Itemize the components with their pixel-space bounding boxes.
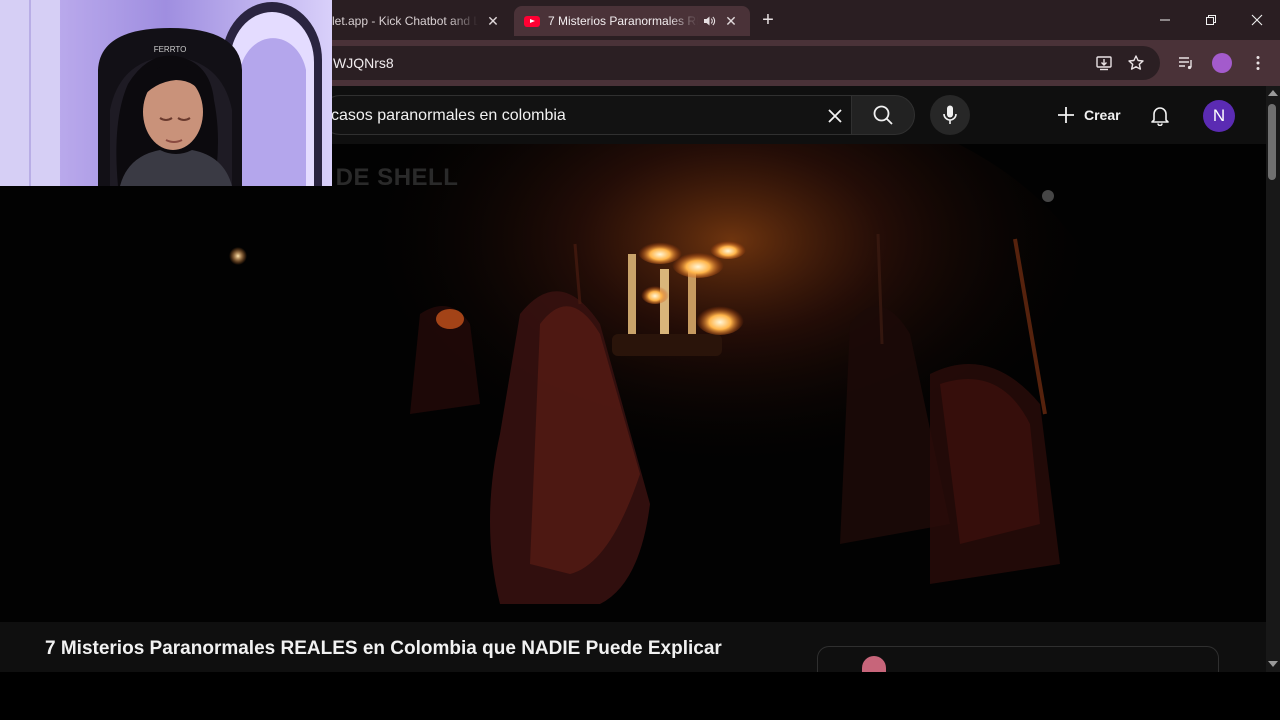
search-button[interactable]	[851, 95, 915, 135]
audio-icon[interactable]	[702, 14, 716, 28]
scroll-thumb[interactable]	[1268, 104, 1276, 180]
avatar[interactable]: N	[1203, 100, 1235, 132]
minimize-icon[interactable]	[1142, 4, 1188, 36]
create-label: Crear	[1084, 107, 1121, 123]
voice-search-button[interactable]	[930, 95, 970, 135]
video-overlay-text: S DE SHELL	[312, 164, 459, 191]
bottom-black-area	[0, 672, 1280, 720]
clear-search-icon[interactable]	[821, 102, 849, 130]
bell-icon	[1151, 107, 1169, 126]
close-icon[interactable]: ✕	[484, 12, 502, 30]
webcam-overlay: FERRTO	[0, 0, 332, 186]
media-queue-icon[interactable]	[1175, 52, 1197, 74]
create-button[interactable]: Crear	[1046, 97, 1131, 133]
tab-title: 7 Misterios Paranormales REALES en Colom…	[548, 14, 698, 28]
close-icon[interactable]: ✕	[722, 12, 740, 30]
search-query[interactable]: casos paranormales en colombia	[331, 107, 566, 125]
plus-icon	[1058, 107, 1074, 123]
scroll-down-icon[interactable]	[1268, 661, 1278, 667]
video-player[interactable]: S DE SHELL	[0, 144, 1266, 622]
tab-title: let.app - Kick Chatbot and L	[332, 14, 478, 28]
streamer-webcam-image: FERRTO	[0, 0, 332, 186]
address-text[interactable]: WJQNrs8	[333, 55, 394, 71]
install-icon[interactable]	[1093, 52, 1115, 74]
video-frame-torch-procession	[0, 144, 1266, 622]
notifications-button[interactable]	[1144, 99, 1176, 131]
plus-icon[interactable]: +	[756, 8, 780, 32]
close-icon[interactable]	[1234, 4, 1280, 36]
maximize-icon[interactable]	[1188, 4, 1234, 36]
mic-icon	[943, 105, 957, 124]
scroll-up-icon[interactable]	[1268, 90, 1278, 96]
search-icon	[873, 105, 893, 125]
more-icon[interactable]	[1247, 52, 1269, 74]
star-icon[interactable]	[1125, 52, 1147, 74]
tab-youtube-video[interactable]: 7 Misterios Paranormales REALES en Colom…	[514, 6, 750, 36]
profile-icon[interactable]	[1212, 53, 1232, 73]
video-title: 7 Misterios Paranormales REALES en Colom…	[45, 638, 722, 659]
youtube-favicon-icon	[524, 15, 540, 27]
chair-logo-text: FERRTO	[154, 45, 187, 54]
tab-kick-chatbot[interactable]: let.app - Kick Chatbot and L ✕	[322, 6, 512, 36]
